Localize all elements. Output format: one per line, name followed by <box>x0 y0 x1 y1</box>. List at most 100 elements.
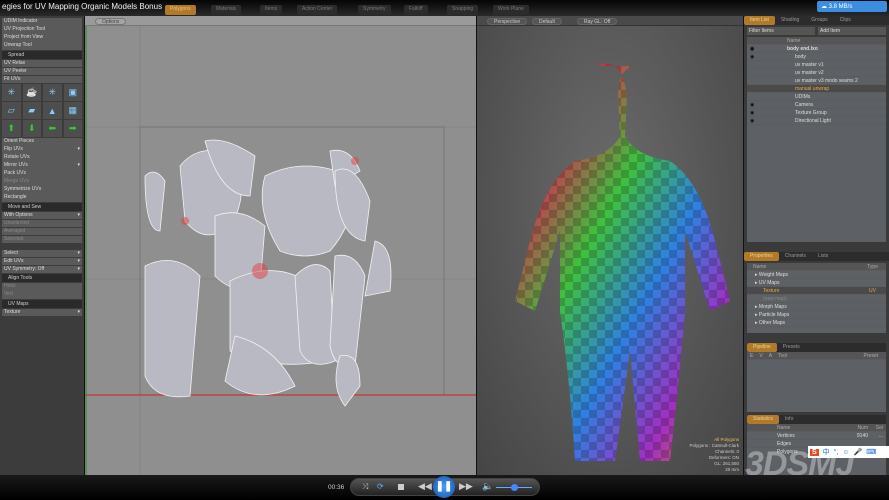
tool-button[interactable]: Orient Pieces <box>2 138 82 146</box>
fast-forward-button[interactable]: ▶▶ <box>459 481 473 492</box>
textured-body-model[interactable] <box>477 26 743 475</box>
tool-button[interactable]: Rotate UVs <box>2 154 82 162</box>
tab-item-list[interactable]: Item List <box>744 16 775 25</box>
uv-tool-icon[interactable]: ✳ <box>43 84 62 101</box>
toolbar-action-center[interactable]: Action Center <box>297 5 338 15</box>
tool-button[interactable]: Averaged <box>2 227 82 235</box>
stop-button[interactable] <box>398 484 404 490</box>
tab-shading[interactable]: Shading <box>775 16 805 25</box>
tool-button[interactable]: UV Relax <box>2 59 82 67</box>
tool-button[interactable]: Mirror UVs ▾ <box>2 162 82 170</box>
add-item-dropdown[interactable]: Add Item <box>818 27 886 35</box>
microphone-icon[interactable]: 🎤 <box>854 448 863 456</box>
statistics-row[interactable]: Vertices 9140... <box>747 432 886 440</box>
vertex-map-row[interactable]: ▸ UV Maps <box>747 279 886 287</box>
tab-groups[interactable]: Groups <box>805 16 833 25</box>
pause-button[interactable]: ❚❚ <box>433 476 455 498</box>
shuffle-icon[interactable]: ⤨ <box>362 482 368 492</box>
eye-icon[interactable]: ◉ <box>750 45 754 53</box>
tool-button[interactable]: Unwrap Tool <box>2 42 82 50</box>
arrow-tool-icon[interactable]: ⬆ <box>2 120 21 137</box>
item-row[interactable]: ◉ body end.lxo <box>747 45 886 53</box>
ime-language-toggle[interactable]: 中 <box>823 447 830 457</box>
vertex-map-row[interactable]: ▸ Weight Maps <box>747 271 886 279</box>
toolbar-falloff[interactable]: Falloff <box>404 5 428 15</box>
item-row[interactable]: manual unwrap <box>747 85 886 93</box>
item-row[interactable]: ◉ Camera <box>747 101 886 109</box>
uv-layout-canvas[interactable] <box>85 26 476 475</box>
tab-statistics[interactable]: Statistics <box>747 415 780 424</box>
uv-tool-icon[interactable]: ▱ <box>2 102 21 119</box>
options-button[interactable]: Options <box>95 18 127 25</box>
vertex-map-row[interactable]: Texture UV <box>747 287 886 295</box>
toolbar-snapping[interactable]: Snapping <box>447 5 479 15</box>
tab-clips[interactable]: Clips <box>834 16 857 25</box>
item-row[interactable]: ◉ body <box>747 53 886 61</box>
eye-icon[interactable]: ◉ <box>750 117 754 125</box>
tool-button[interactable]: Fit UVs <box>2 75 82 83</box>
tab-info[interactable]: Info <box>779 415 799 424</box>
tool-button[interactable]: UV Symmetry: Off ▾ <box>2 265 82 273</box>
vertex-map-row[interactable]: ▸ Particle Maps <box>747 311 886 319</box>
uv-tool-icon[interactable]: ▲ <box>43 102 62 119</box>
ime-punctuation-toggle[interactable]: °, <box>834 449 839 456</box>
tool-button[interactable]: UV Projection Tool <box>2 26 82 34</box>
arrow-tool-icon[interactable]: ⬇ <box>22 120 41 137</box>
vertex-map-row[interactable]: (new map) <box>747 295 886 303</box>
tab-presets[interactable]: Presets <box>777 343 806 352</box>
toolbar-items[interactable]: Items <box>260 5 283 15</box>
tool-button[interactable]: Merge UVs <box>2 178 82 186</box>
section-header[interactable]: Move and Sew <box>2 202 82 211</box>
tool-button[interactable]: UV Peeler <box>2 67 82 75</box>
section-header[interactable]: UV Maps <box>2 299 82 308</box>
arrow-tool-icon[interactable]: ➡ <box>63 120 82 137</box>
eye-icon[interactable]: ◉ <box>750 53 754 61</box>
keyboard-icon[interactable]: ⌨ <box>866 448 876 456</box>
item-row[interactable]: uv master v1 <box>747 61 886 69</box>
section-header[interactable]: Spread <box>2 50 82 59</box>
tool-button[interactable]: UDIM Indicator <box>2 18 82 26</box>
tool-button[interactable]: With Options ▾ <box>2 211 82 219</box>
uv-tool-icon[interactable]: ▰ <box>22 102 41 119</box>
tool-button[interactable]: Select ▾ <box>2 249 82 257</box>
uv-tool-icon[interactable]: ▣ <box>63 84 82 101</box>
tab-pipeline[interactable]: Pipeline <box>747 343 777 352</box>
emoji-icon[interactable]: ☺ <box>842 449 849 456</box>
tool-button[interactable]: Flip UVs ▾ <box>2 146 82 154</box>
tool-button[interactable]: Symmetrize UVs <box>2 186 82 194</box>
tool-button[interactable]: Rectangle <box>2 194 82 202</box>
item-row[interactable]: uv master v3 modo seams 2 <box>747 77 886 85</box>
rewind-button[interactable]: ◀◀ <box>418 481 432 492</box>
repeat-icon[interactable]: ⟳ <box>377 482 384 491</box>
toolbar-work-plane[interactable]: Work Plane <box>493 5 529 15</box>
tool-button[interactable]: Project from View <box>2 34 82 42</box>
tab-lists[interactable]: Lists <box>812 252 834 261</box>
tool-button[interactable]: Edit UVs ▾ <box>2 257 82 265</box>
shading-dropdown[interactable]: Default <box>532 18 562 25</box>
section-header[interactable]: Align Tools <box>2 274 82 282</box>
vertex-map-row[interactable]: ▸ Morph Maps <box>747 303 886 311</box>
tool-button[interactable]: Texture ▾ <box>2 308 82 316</box>
tool-button[interactable]: Unselected <box>2 219 82 227</box>
uv-tool-icon[interactable]: ☕ <box>22 84 41 101</box>
uv-viewport[interactable]: Options <box>85 16 476 475</box>
item-row[interactable]: uv master v2 <box>747 69 886 77</box>
view-type-dropdown[interactable]: Perspective <box>487 18 528 25</box>
tab-properties[interactable]: Properties <box>744 252 779 261</box>
volume-slider-thumb[interactable] <box>511 484 518 491</box>
raygl-dropdown[interactable]: Ray GL: Off <box>577 18 618 25</box>
ime-toolbar[interactable]: S 中 °, ☺ 🎤 ⌨ <box>808 446 889 458</box>
volume-icon[interactable]: 🔈 <box>482 481 493 492</box>
item-row[interactable]: UDIMs <box>747 93 886 101</box>
item-row[interactable]: ◉ Texture Group <box>747 109 886 117</box>
tool-button[interactable]: Horiz <box>2 283 82 291</box>
uv-tool-icon[interactable]: ✳ <box>2 84 21 101</box>
tool-button[interactable]: Selected <box>2 235 82 243</box>
vertex-map-row[interactable]: ▸ Other Maps <box>747 319 886 327</box>
eye-icon[interactable]: ◉ <box>750 109 754 117</box>
perspective-viewport[interactable]: Perspective Default Ray GL: Off All Poly… <box>477 16 743 475</box>
toolbar-materials[interactable]: Materials <box>211 5 242 15</box>
toolbar-symmetry[interactable]: Symmetry <box>358 5 391 15</box>
arrow-tool-icon[interactable]: ⬅ <box>43 120 62 137</box>
eye-icon[interactable]: ◉ <box>750 101 754 109</box>
